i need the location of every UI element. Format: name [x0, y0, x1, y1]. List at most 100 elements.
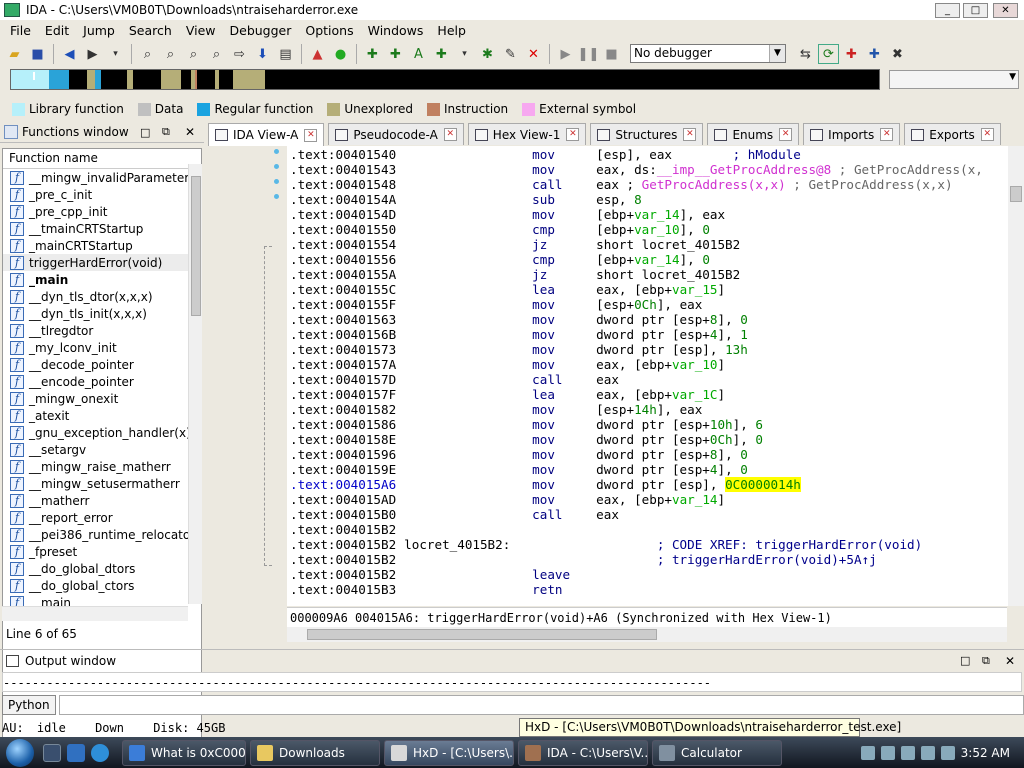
delete-icon[interactable]: ✕ [523, 44, 544, 64]
code-line[interactable]: .text:0040157D call eax [290, 372, 619, 387]
minimize-button[interactable]: _ [935, 3, 960, 18]
code-line[interactable]: .text:00401548 call eax ; GetProcAddress(x… [290, 177, 953, 192]
code-line[interactable]: .text:0040155F mov [esp+0Ch], eax [290, 297, 702, 312]
taskbar-button[interactable]: What is 0xC0000... [122, 739, 246, 766]
close-icon[interactable]: ✕ [185, 125, 195, 139]
warning-icon[interactable]: ▲ [307, 44, 328, 64]
menu-view[interactable]: View [179, 23, 223, 38]
search-immediate-icon[interactable]: ⌕ [183, 44, 204, 64]
ida-view-a-disassembly[interactable]: .text:00401540 mov [esp], eax ; hModule .te… [287, 146, 1008, 606]
code-line[interactable]: .text:0040159E mov dword ptr [esp+4], 0 [290, 462, 748, 477]
tab-pseudocode-a[interactable]: Pseudocode-A ✕ [328, 123, 464, 145]
code-line[interactable]: .text:004015AD mov eax, [ebp+var_14] [290, 492, 725, 507]
code-vscrollbar[interactable] [1008, 146, 1024, 606]
edit-icon[interactable]: ✎ [500, 44, 521, 64]
code-line[interactable]: .text:00401563 mov dword ptr [esp+8], 0 [290, 312, 748, 327]
menu-jump[interactable]: Jump [76, 23, 122, 38]
code-line[interactable]: .text:0040157A mov eax, [ebp+var_10] [290, 357, 725, 372]
tab-exports[interactable]: Exports ✕ [904, 123, 1001, 145]
add-breakpoint-icon[interactable]: ✚ [841, 44, 862, 64]
float-icon[interactable]: □ [140, 126, 150, 139]
function-list-item[interactable]: f __dyn_tls_dtor(x,x,x) [3, 288, 201, 305]
code-line[interactable]: .text:00401586 mov dword ptr [esp+10h], 6 [290, 417, 763, 432]
menu-file[interactable]: File [3, 23, 38, 38]
code-line[interactable]: .text:004015B2 leave [290, 567, 596, 582]
function-list-item[interactable]: f _mainCRTStartup [3, 237, 201, 254]
code-line[interactable]: .text:0040157F lea eax, [ebp+var_1C] [290, 387, 725, 402]
scroll-thumb[interactable] [1010, 186, 1022, 202]
down-arrow-icon[interactable]: ⬇ [252, 44, 273, 64]
volume-icon[interactable] [920, 745, 935, 760]
menu-help[interactable]: Help [430, 23, 473, 38]
internet-explorer-icon[interactable] [91, 743, 109, 762]
code-line[interactable]: .text:004015B2 locret_4015B2: ; CODE XREF… [290, 537, 922, 552]
code-line[interactable]: .text:00401540 mov [esp], eax ; hModule [290, 147, 801, 162]
taskbar-button[interactable]: IDA - C:\Users\V... [518, 739, 648, 766]
show-desktop-icon[interactable] [43, 743, 61, 762]
close-tab-icon[interactable]: ✕ [443, 128, 457, 141]
function-list-scrollbar[interactable] [188, 164, 202, 604]
function-list-item[interactable]: f _pre_cpp_init [3, 203, 201, 220]
refresh-icon[interactable]: ⟳ [818, 44, 839, 64]
code-line[interactable]: .text:004015A6 mov dword ptr [esp], 0C0000… [290, 477, 801, 492]
taskbar-button[interactable]: HxD - [C:\Users\... [384, 739, 514, 766]
taskbar-button[interactable]: Downloads [250, 739, 380, 766]
code-line[interactable]: .text:0040155C lea eax, [ebp+var_15] [290, 282, 725, 297]
code-line[interactable]: .text:00401554 jz short locret_4015B2 [290, 237, 740, 252]
code-line[interactable]: .text:0040156B mov dword ptr [esp+4], 1 [290, 327, 748, 342]
add-watch-icon[interactable]: ✚ [864, 44, 885, 64]
code-line[interactable]: .text:00401556 cmp [ebp+var_14], 0 [290, 252, 710, 267]
close-tab-icon[interactable]: ✕ [880, 128, 894, 141]
function-list-item[interactable]: f __matherr [3, 492, 201, 509]
open-icon[interactable]: ▰ [4, 44, 25, 64]
function-list-item[interactable]: f __mingw_setusermatherr [3, 475, 201, 492]
function-list-item[interactable]: f _fpreset [3, 543, 201, 560]
search-binary-icon[interactable]: ⌕ [160, 44, 181, 64]
function-list-item[interactable]: f __pei386_runtime_relocator [3, 526, 201, 543]
code-hscrollbar[interactable] [287, 627, 1007, 642]
function-list-item[interactable]: f _atexit [3, 407, 201, 424]
close-tab-icon[interactable]: ✕ [980, 128, 994, 141]
command-input[interactable] [58, 695, 1024, 715]
patch-icon[interactable]: ✱ [477, 44, 498, 64]
switch-windows-icon[interactable] [67, 743, 85, 762]
function-list-item[interactable]: f __encode_pointer [3, 373, 201, 390]
clock[interactable]: 3:52 AM [961, 746, 1010, 760]
menu-windows[interactable]: Windows [361, 23, 431, 38]
tools-icon[interactable]: ✖ [887, 44, 908, 64]
float-icon[interactable]: □ [960, 654, 970, 667]
tab-structures[interactable]: Structures ✕ [590, 123, 704, 145]
scroll-thumb[interactable] [191, 176, 201, 316]
tab-imports[interactable]: Imports ✕ [803, 123, 901, 145]
function-list-item[interactable]: f _gnu_exception_handler(x) [3, 424, 201, 441]
close-tab-icon[interactable]: ✕ [683, 128, 697, 141]
start-button[interactable] [0, 737, 40, 768]
column-header-function-name[interactable]: Function name [3, 149, 201, 169]
code-line[interactable]: .text:00401596 mov dword ptr [esp+8], 0 [290, 447, 748, 462]
menu-edit[interactable]: Edit [38, 23, 76, 38]
function-list-item[interactable]: f __do_global_dtors [3, 560, 201, 577]
function-list-item[interactable]: f __mingw_invalidParameterH [3, 169, 201, 186]
create-struct-icon[interactable]: ✚ [385, 44, 406, 64]
code-line[interactable]: .text:0040154D mov [ebp+var_14], eax [290, 207, 725, 222]
code-line[interactable]: .text:00401543 mov eax, ds:__imp__GetProcA… [290, 162, 983, 177]
save-icon[interactable]: ■ [27, 44, 48, 64]
code-line[interactable]: .text:00401582 mov [esp+14h], eax [290, 402, 702, 417]
close-icon[interactable]: ✕ [1005, 654, 1015, 668]
debugger-select[interactable]: No debugger ▼ [630, 44, 786, 63]
segment-select[interactable]: ▼ [889, 70, 1019, 89]
function-list-item[interactable]: f _pre_c_init [3, 186, 201, 203]
code-line[interactable]: .text:004015B2 [290, 522, 596, 537]
menu-options[interactable]: Options [298, 23, 360, 38]
create-function-icon[interactable]: ✚ [362, 44, 383, 64]
function-list-hscrollbar[interactable] [2, 606, 188, 621]
code-line[interactable]: .text:0040154A sub esp, 8 [290, 192, 642, 207]
search-text-icon[interactable]: ⌕ [137, 44, 158, 64]
network-status-icon[interactable] [900, 745, 915, 760]
back-icon[interactable]: ◀ [59, 44, 80, 64]
create-data-icon[interactable]: ✚ [431, 44, 452, 64]
create-string-icon[interactable]: A [408, 44, 429, 64]
close-tab-icon[interactable]: ✕ [304, 128, 318, 142]
code-line[interactable]: .text:004015B2 ; triggerHardError(void)+… [290, 552, 877, 567]
close-button[interactable]: ✕ [993, 3, 1018, 18]
